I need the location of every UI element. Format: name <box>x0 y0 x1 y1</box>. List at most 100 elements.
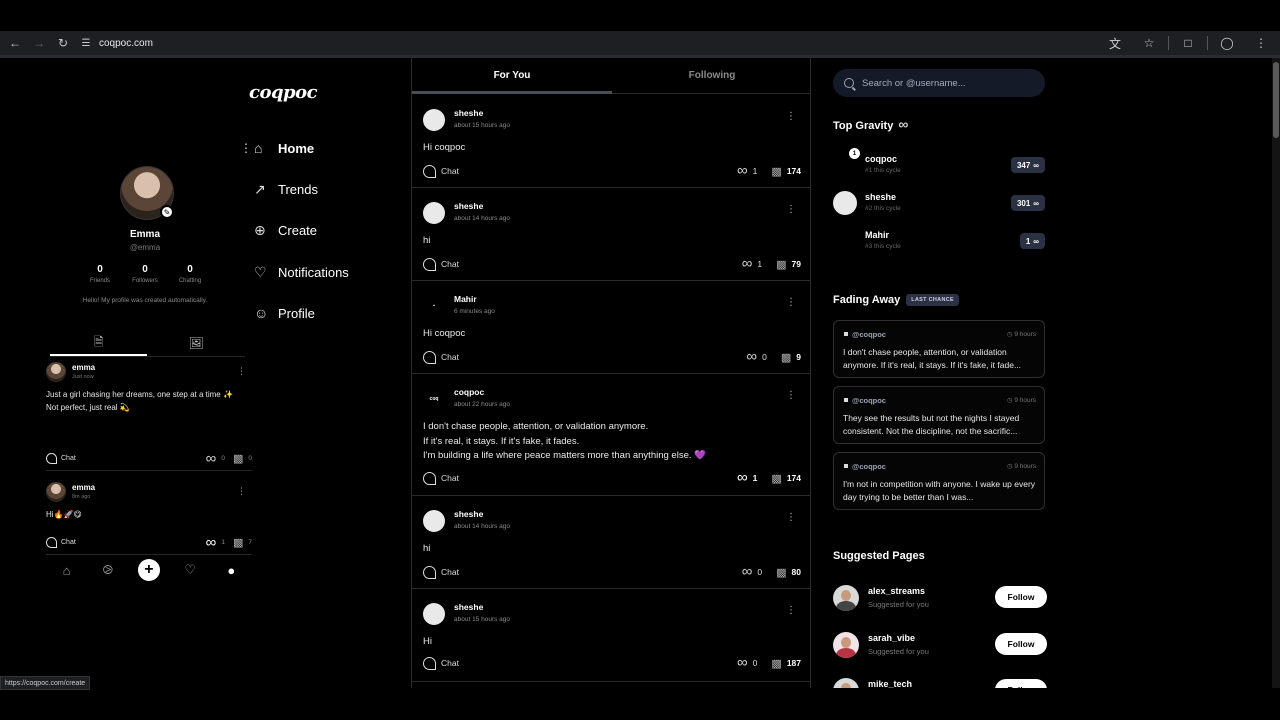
scrollbar-thumb[interactable] <box>1273 62 1279 138</box>
gravity-metric[interactable]: ∞ 0 <box>206 451 225 466</box>
suggested-name[interactable]: sarah_vibe <box>868 633 915 643</box>
compass-icon[interactable]: ⧁ <box>97 559 119 581</box>
fading-post-card[interactable]: @coqpoc ◷ 9 hours I'm not in competition… <box>833 452 1045 510</box>
gravity-metric[interactable]: ∞ 1 <box>737 470 757 485</box>
post-username[interactable]: emma <box>72 363 95 372</box>
chat-button[interactable]: Chat <box>423 164 459 178</box>
chat-button[interactable]: Chat <box>423 350 459 364</box>
menu-icon[interactable]: ⋮ <box>1246 31 1276 55</box>
chat-button[interactable]: Chat <box>46 537 76 548</box>
edit-avatar-icon[interactable]: ✎ <box>160 205 174 219</box>
avatar[interactable] <box>833 632 859 658</box>
post-avatar[interactable] <box>423 510 445 532</box>
stat-followers[interactable]: 0 Followers <box>125 264 165 284</box>
more-options-icon[interactable]: ⋮ <box>786 390 796 401</box>
stat-label: Chatting <box>178 278 202 284</box>
post-username[interactable]: Mahir <box>454 294 477 304</box>
extensions-icon[interactable]: □ <box>1173 31 1203 55</box>
post-time: about 22 hours ago <box>454 401 511 408</box>
post-metrics: ∞ 0 ▩ 9 <box>746 349 801 364</box>
post-avatar[interactable] <box>423 603 445 625</box>
gravity-metric[interactable]: ∞ 1 <box>206 535 225 550</box>
site-settings-icon[interactable]: ☰ <box>79 37 93 49</box>
avatar[interactable] <box>833 585 859 611</box>
forward-icon[interactable]: → <box>27 31 51 55</box>
gravity-row[interactable]: sheshe #2 this cycle 301 ∞ <box>833 188 1045 218</box>
post-username[interactable]: sheshe <box>454 108 483 118</box>
back-icon[interactable]: ← <box>3 31 27 55</box>
suggested-name[interactable]: alex_streams <box>868 586 925 596</box>
stat-friends[interactable]: 0 Friends <box>80 264 120 284</box>
more-options-icon[interactable]: ⋮ <box>786 605 796 616</box>
more-options-icon[interactable]: ⋮ <box>786 111 796 122</box>
suggested-page-row: mike_tech Follow <box>833 678 1047 688</box>
gravity-row[interactable]: Mahir #3 this cycle 1 ∞ <box>833 226 1045 256</box>
post-username[interactable]: sheshe <box>454 602 483 612</box>
chat-button[interactable]: Chat <box>423 565 459 579</box>
address-bar[interactable]: ☰ coqpoc.com <box>79 31 153 55</box>
nav-label: Profile <box>278 305 315 321</box>
chat-button[interactable]: Chat <box>423 471 459 485</box>
post-avatar[interactable] <box>46 362 66 382</box>
post-username[interactable]: emma <box>72 483 95 492</box>
gravity-metric[interactable]: ∞ 1 <box>742 256 762 271</box>
more-options-icon[interactable]: ⋮ <box>237 366 246 377</box>
plus-icon[interactable]: + <box>137 559 160 581</box>
avatar-logo-icon: coq <box>429 396 439 402</box>
gravity-name: Mahir <box>865 230 890 240</box>
more-options-icon[interactable]: ⋮ <box>786 297 796 308</box>
follow-button[interactable]: Follow <box>995 586 1047 608</box>
gravity-metric[interactable]: ∞ 0 <box>737 655 757 670</box>
gravity-metric[interactable]: ∞ 0 <box>746 349 766 364</box>
more-options-icon[interactable]: ⋮ <box>237 486 246 497</box>
handle-text: @coqpoc <box>852 462 886 471</box>
account-icon[interactable]: ◯ <box>1212 31 1242 55</box>
avatar-body <box>836 601 856 611</box>
post-avatar[interactable] <box>423 109 445 131</box>
chat-icon <box>423 257 436 271</box>
brand-logo[interactable]: coqpoc <box>249 82 318 103</box>
chat-button[interactable]: Chat <box>423 656 459 670</box>
chat-label: Chat <box>441 166 459 176</box>
post-avatar[interactable]: ▪ <box>423 295 445 317</box>
heart-icon[interactable]: ♡ <box>179 559 201 581</box>
tab-following[interactable]: Following <box>612 58 810 93</box>
fading-post-card[interactable]: @coqpoc ◷ 9 hours They see the results b… <box>833 386 1045 444</box>
more-options-icon[interactable]: ⋮ <box>786 204 796 215</box>
address-text[interactable]: coqpoc.com <box>99 38 153 49</box>
chat-button[interactable]: Chat <box>46 453 76 464</box>
post-avatar[interactable] <box>423 202 445 224</box>
suggested-name[interactable]: mike_tech <box>868 679 912 688</box>
search-input[interactable]: Search or @username... <box>833 69 1045 97</box>
reload-icon[interactable]: ↻ <box>51 31 75 55</box>
follow-button[interactable]: Follow <box>995 633 1047 655</box>
user-icon[interactable]: ● <box>220 559 242 581</box>
media-tab-icon[interactable]: 🖼 <box>148 330 246 356</box>
gravity-metric[interactable]: ∞ 0 <box>742 564 762 579</box>
chat-button[interactable]: Chat <box>423 257 459 271</box>
stat-chatting[interactable]: 0 Chatting <box>170 264 210 284</box>
last-chance-badge: LAST CHANCE <box>906 294 959 306</box>
gravity-row[interactable]: 1 coqpoc #1 this cycle 347 ∞ <box>833 148 1045 180</box>
stat-value: 0 <box>142 264 148 275</box>
avatar[interactable] <box>833 678 859 688</box>
follow-button[interactable]: Follow <box>995 679 1047 688</box>
fading-post-card[interactable]: @coqpoc ◷ 9 hours I don't chase people, … <box>833 320 1045 378</box>
bookmark-star-icon[interactable]: ☆ <box>1134 31 1164 55</box>
page-scrollbar[interactable] <box>1272 58 1280 688</box>
home-icon[interactable]: ⌂ <box>56 559 78 581</box>
post-avatar[interactable]: coq <box>423 388 445 410</box>
more-options-icon[interactable]: ⋮ <box>786 512 796 523</box>
more-icon[interactable]: ⋮ <box>240 141 252 155</box>
chat-label: Chat <box>61 539 76 546</box>
nav-label: Home <box>278 140 315 156</box>
post-avatar[interactable] <box>46 482 66 502</box>
posts-tab-icon[interactable]: 🗎 <box>50 330 148 356</box>
post-username[interactable]: sheshe <box>454 201 483 211</box>
translate-icon[interactable]: 文 <box>1100 31 1130 55</box>
post-username[interactable]: coqpoc <box>454 387 484 397</box>
gravity-metric[interactable]: ∞ 1 <box>737 163 757 178</box>
tab-for-you[interactable]: For You <box>412 58 612 93</box>
chat-icon <box>423 471 436 485</box>
post-username[interactable]: sheshe <box>454 509 483 519</box>
